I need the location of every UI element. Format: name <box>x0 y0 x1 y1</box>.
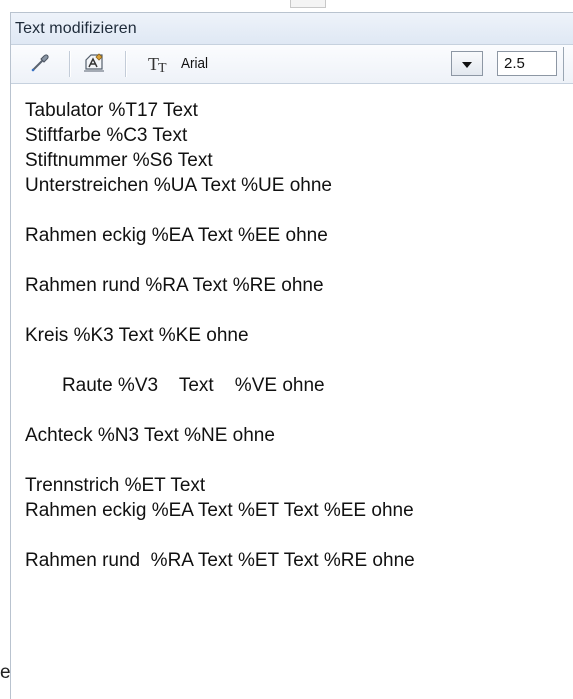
text-line[interactable]: Rahmen eckig %EA Text %EE ohne <box>25 223 573 248</box>
text-edit-window: Text modifizieren T T Arial 2.5 Tabulato… <box>10 12 573 699</box>
text-line-blank[interactable] <box>25 448 573 473</box>
text-line[interactable]: Rahmen rund %RA Text %ET Text %RE ohne <box>25 548 573 573</box>
svg-text:T: T <box>158 61 167 74</box>
text-line-blank[interactable] <box>25 198 573 223</box>
text-line[interactable]: Stiftnummer %S6 Text <box>25 148 573 173</box>
font-selector[interactable]: T T Arial <box>145 51 495 76</box>
font-dropdown-button[interactable] <box>451 51 483 76</box>
outside-text-fragment: e <box>0 662 10 683</box>
window-title: Text modifizieren <box>15 19 137 37</box>
text-line-blank[interactable] <box>25 298 573 323</box>
background-notch <box>290 0 326 8</box>
toolbar-separator <box>69 51 70 77</box>
font-type-icon: T T <box>145 52 175 76</box>
text-line[interactable]: Kreis %K3 Text %KE ohne <box>25 323 573 348</box>
text-parameters-button[interactable] <box>79 50 109 78</box>
window-titlebar[interactable]: Text modifizieren <box>11 13 573 45</box>
toolbar-separator <box>125 51 126 77</box>
toolbar: T T Arial 2.5 <box>11 45 573 84</box>
font-name-value: Arial <box>181 55 209 72</box>
text-line[interactable]: Rahmen rund %RA Text %RE ohne <box>25 273 573 298</box>
text-line-blank[interactable] <box>25 248 573 273</box>
text-parameters-icon <box>82 51 106 78</box>
text-line[interactable]: Unterstreichen %UA Text %UE ohne <box>25 173 573 198</box>
chevron-down-icon <box>462 55 472 73</box>
text-editor-area[interactable]: Tabulator %T17 Text Stiftfarbe %C3 Text … <box>11 84 573 573</box>
text-line[interactable]: Raute %V3 Text %VE ohne <box>25 373 573 398</box>
text-line-blank[interactable] <box>25 523 573 548</box>
text-line[interactable]: Rahmen eckig %EA Text %ET Text %EE ohne <box>25 498 573 523</box>
text-line-blank[interactable] <box>25 398 573 423</box>
text-line[interactable]: Trennstrich %ET Text <box>25 473 573 498</box>
text-line[interactable]: Stiftfarbe %C3 Text <box>25 123 573 148</box>
text-line[interactable]: Achteck %N3 Text %NE ohne <box>25 423 573 448</box>
text-size-input[interactable]: 2.5 <box>497 51 557 76</box>
eyedropper-icon <box>29 51 51 78</box>
text-line-blank[interactable] <box>25 348 573 373</box>
text-line[interactable]: Tabulator %T17 Text <box>25 98 573 123</box>
toolbar-edge <box>563 47 564 81</box>
eyedropper-button[interactable] <box>25 50 55 78</box>
background-strip <box>0 0 573 12</box>
